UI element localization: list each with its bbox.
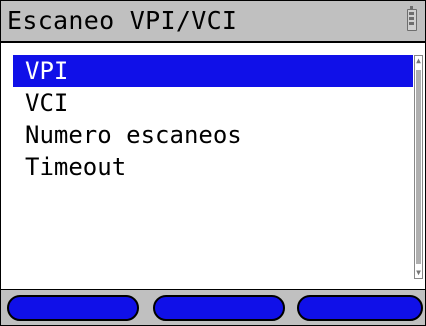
softkey-3-button[interactable] (297, 295, 423, 321)
menu-item-timeout[interactable]: Timeout (13, 151, 413, 183)
screen-title: Escaneo VPI/VCI (7, 6, 238, 35)
menu-list: VPI VCI Numero escaneos Timeout (13, 55, 413, 183)
menu-item-label: Timeout (25, 153, 127, 181)
softkey-1-button[interactable] (7, 295, 139, 321)
battery-icon (407, 6, 417, 31)
scroll-down-icon[interactable]: ▼ (415, 268, 422, 278)
menu-item-vpi[interactable]: VPI (13, 55, 413, 87)
softkey-2-button[interactable] (153, 295, 285, 321)
menu-item-vci[interactable]: VCI (13, 87, 413, 119)
menu-item-label: Numero escaneos (25, 121, 242, 149)
device-screen: Escaneo VPI/VCI VPI VCI Numero escaneos … (0, 0, 426, 326)
menu-item-label: VCI (25, 89, 69, 117)
scrollbar-thumb[interactable] (416, 70, 421, 264)
menu-panel: VPI VCI Numero escaneos Timeout ▲ ▼ (1, 43, 425, 290)
scrollbar[interactable]: ▲ ▼ (414, 55, 423, 279)
softkey-bar (1, 290, 425, 325)
menu-item-label: VPI (25, 57, 69, 85)
scroll-up-icon[interactable]: ▲ (415, 56, 422, 66)
title-bar: Escaneo VPI/VCI (1, 1, 425, 43)
menu-item-numero-escaneos[interactable]: Numero escaneos (13, 119, 413, 151)
